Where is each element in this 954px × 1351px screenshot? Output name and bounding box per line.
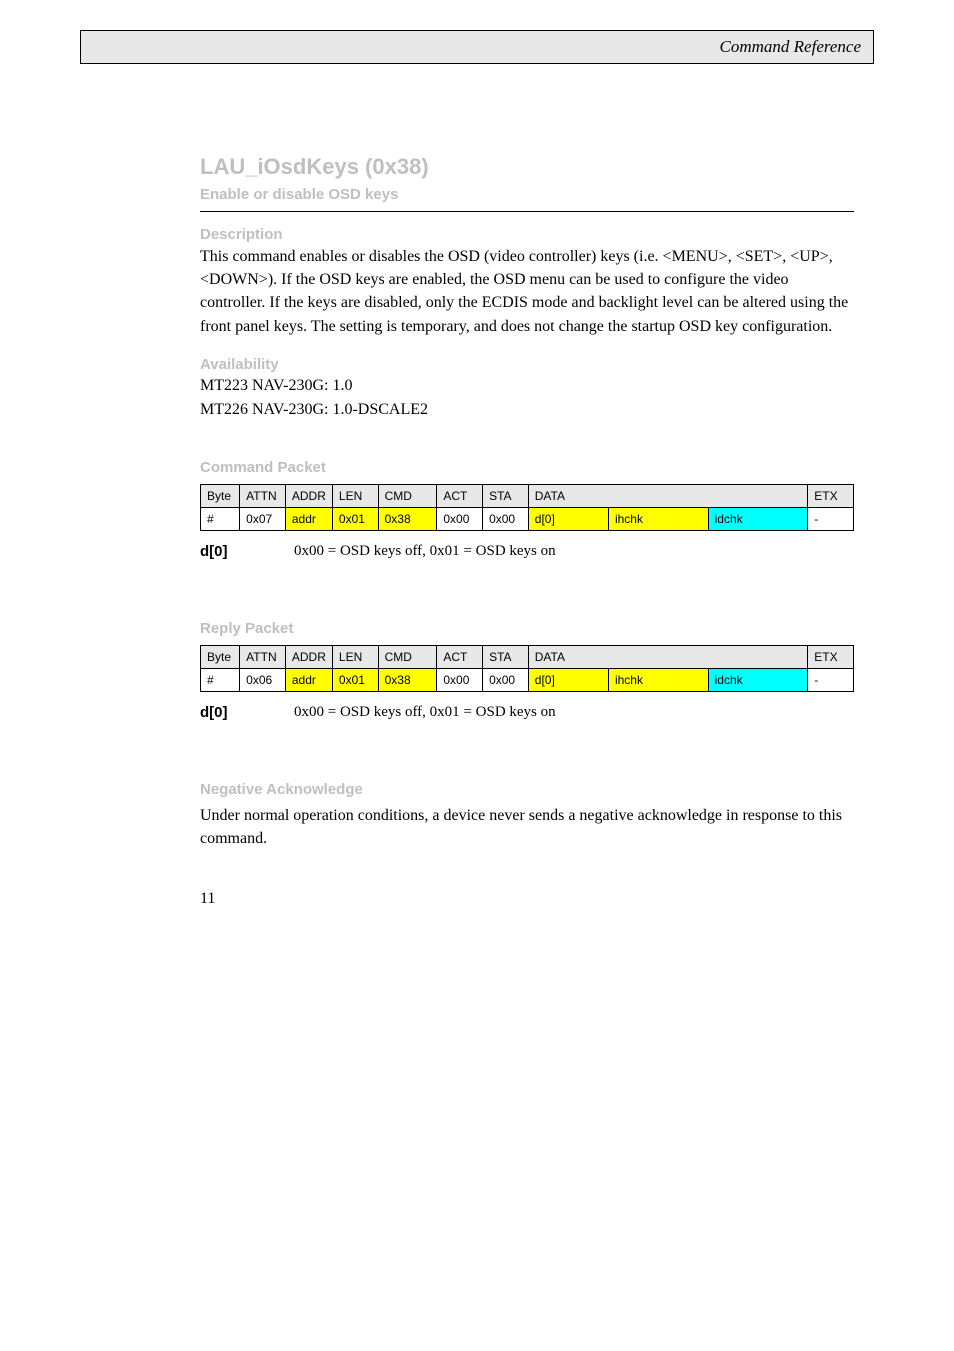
- td-sta: 0x00: [483, 668, 529, 691]
- td-idchk: idchk: [708, 507, 808, 530]
- td-ihchk: ihchk: [608, 668, 708, 691]
- td-data0: d[0]: [528, 507, 608, 530]
- field-val: 0x00 = OSD keys off, 0x01 = OSD keys on: [294, 543, 556, 560]
- th-etx: ETX: [808, 645, 854, 668]
- section-rule: [200, 211, 854, 212]
- td-len: 0x01: [332, 668, 378, 691]
- availability-line: MT223 NAV-230G: 1.0: [200, 377, 854, 395]
- th-len: LEN: [332, 484, 378, 507]
- table-row: # 0x07 addr 0x01 0x38 0x00 0x00 d[0] ihc…: [201, 507, 854, 530]
- th-byte: Byte: [201, 484, 240, 507]
- td-sta: 0x00: [483, 507, 529, 530]
- field-val: 0x00 = OSD keys off, 0x01 = OSD keys on: [294, 704, 556, 721]
- td-etx: -: [808, 668, 854, 691]
- th-etx: ETX: [808, 484, 854, 507]
- field-key: d[0]: [200, 704, 270, 721]
- td-attn: 0x07: [240, 507, 286, 530]
- th-attn: ATTN: [240, 645, 286, 668]
- th-cmd: CMD: [378, 645, 437, 668]
- section-title: LAU_iOsdKeys (0x38): [200, 154, 854, 180]
- field-row: d[0] 0x00 = OSD keys off, 0x01 = OSD key…: [200, 543, 854, 560]
- td-attn: 0x06: [240, 668, 286, 691]
- th-cmd: CMD: [378, 484, 437, 507]
- content: LAU_iOsdKeys (0x38) Enable or disable OS…: [80, 154, 874, 908]
- table-header-row: Byte ATTN ADDR LEN CMD ACT STA DATA ETX: [201, 484, 854, 507]
- td-act: 0x00: [437, 668, 483, 691]
- page-number: 11: [200, 890, 854, 908]
- td-ihchk: ihchk: [608, 507, 708, 530]
- header-title: Command Reference: [720, 37, 861, 56]
- td-cmd: 0x38: [378, 668, 437, 691]
- description-text: This command enables or disables the OSD…: [200, 245, 854, 338]
- table-row: # 0x06 addr 0x01 0x38 0x00 0x00 d[0] ihc…: [201, 668, 854, 691]
- td-act: 0x00: [437, 507, 483, 530]
- header-bar: Command Reference: [80, 30, 874, 64]
- th-attn: ATTN: [240, 484, 286, 507]
- section-subtitle: Enable or disable OSD keys: [200, 186, 854, 203]
- th-len: LEN: [332, 645, 378, 668]
- td-byte: #: [201, 668, 240, 691]
- th-act: ACT: [437, 484, 483, 507]
- availability-line: MT226 NAV-230G: 1.0-DSCALE2: [200, 401, 854, 419]
- td-addr: addr: [285, 668, 332, 691]
- availability-label: Availability: [200, 356, 854, 373]
- td-data0: d[0]: [528, 668, 608, 691]
- td-cmd: 0x38: [378, 507, 437, 530]
- th-data: DATA: [528, 484, 808, 507]
- td-len: 0x01: [332, 507, 378, 530]
- th-addr: ADDR: [285, 484, 332, 507]
- command-packet-table: Byte ATTN ADDR LEN CMD ACT STA DATA ETX …: [200, 484, 854, 531]
- td-byte: #: [201, 507, 240, 530]
- td-idchk: idchk: [708, 668, 808, 691]
- th-sta: STA: [483, 645, 529, 668]
- td-etx: -: [808, 507, 854, 530]
- reply-packet-table: Byte ATTN ADDR LEN CMD ACT STA DATA ETX …: [200, 645, 854, 692]
- table-header-row: Byte ATTN ADDR LEN CMD ACT STA DATA ETX: [201, 645, 854, 668]
- th-sta: STA: [483, 484, 529, 507]
- nack-text: Under normal operation conditions, a dev…: [200, 804, 854, 850]
- description-label: Description: [200, 226, 854, 243]
- th-addr: ADDR: [285, 645, 332, 668]
- reply-packet-label: Reply Packet: [200, 620, 854, 637]
- reply-field-list: d[0] 0x00 = OSD keys off, 0x01 = OSD key…: [200, 704, 854, 721]
- command-packet-section: Command Packet Byte ATTN ADDR LEN CMD AC…: [200, 459, 854, 560]
- nack-label: Negative Acknowledge: [200, 781, 854, 798]
- th-act: ACT: [437, 645, 483, 668]
- field-key: d[0]: [200, 543, 270, 560]
- td-addr: addr: [285, 507, 332, 530]
- command-packet-label: Command Packet: [200, 459, 854, 476]
- th-byte: Byte: [201, 645, 240, 668]
- command-field-list: d[0] 0x00 = OSD keys off, 0x01 = OSD key…: [200, 543, 854, 560]
- th-data: DATA: [528, 645, 808, 668]
- reply-packet-section: Reply Packet Byte ATTN ADDR LEN CMD ACT …: [200, 620, 854, 721]
- field-row: d[0] 0x00 = OSD keys off, 0x01 = OSD key…: [200, 704, 854, 721]
